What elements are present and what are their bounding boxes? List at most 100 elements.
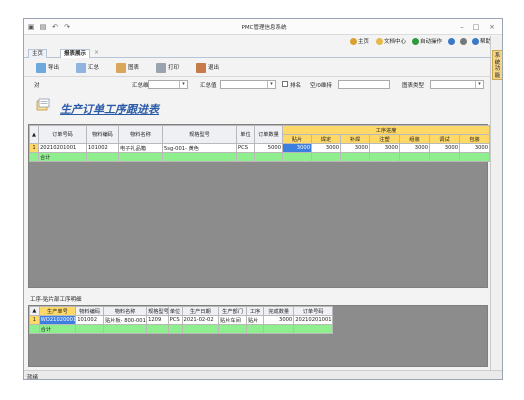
close-icon[interactable]: × bbox=[486, 22, 498, 32]
cell-material-name[interactable]: 贴片板- 800-001 bbox=[103, 315, 148, 325]
cell-spec[interactable]: 1209 bbox=[146, 315, 169, 325]
cell-completed-qty[interactable]: 3000 bbox=[263, 315, 295, 325]
column-header[interactable]: 规格型号 bbox=[162, 125, 237, 144]
progress-column-header[interactable]: 调试 bbox=[429, 134, 460, 144]
docs-link-label: 文档中心 bbox=[384, 39, 407, 45]
value-select[interactable]: ▾ bbox=[220, 80, 276, 89]
export-button[interactable]: 导出 bbox=[36, 62, 59, 74]
column-header[interactable]: 物料名称 bbox=[118, 125, 163, 144]
exit-button[interactable]: 退出 bbox=[196, 62, 219, 74]
print-button[interactable]: 打印 bbox=[156, 62, 179, 74]
layout-link[interactable] bbox=[460, 37, 468, 47]
cell-unit[interactable]: PCS bbox=[236, 143, 255, 153]
zero-input[interactable] bbox=[338, 80, 390, 89]
cell-progress[interactable]: 3000 bbox=[399, 143, 430, 153]
column-header[interactable]: 生产日期 bbox=[181, 306, 220, 316]
chart-button[interactable]: 图表 bbox=[116, 62, 139, 74]
export-icon bbox=[36, 62, 46, 73]
progress-column-header[interactable]: 补焊 bbox=[340, 134, 370, 144]
chart-label: 图表 bbox=[128, 65, 140, 71]
cell-progress[interactable]: 3000 bbox=[458, 143, 491, 153]
column-header[interactable]: 工序 bbox=[245, 306, 265, 316]
table-row[interactable]: 1 20210201001 101002 电子礼品箱 5sg-001- 黄色 P… bbox=[29, 143, 491, 153]
column-header[interactable]: 规格型号 bbox=[146, 306, 169, 316]
row-index: 1 bbox=[29, 315, 40, 325]
cell-material-name[interactable]: 电子礼品箱 bbox=[118, 143, 163, 153]
total-index bbox=[29, 152, 39, 162]
printer-icon bbox=[156, 62, 166, 73]
minimize-icon[interactable]: – bbox=[456, 22, 468, 32]
cell-order-no[interactable]: 20210201001 bbox=[38, 143, 87, 153]
chevron-down-icon: ▾ bbox=[179, 81, 187, 88]
dimension-select[interactable]: ▾ bbox=[148, 80, 188, 89]
cell-progress[interactable]: 3000 bbox=[429, 143, 460, 153]
auto-op-link[interactable]: 自动操作 bbox=[412, 37, 442, 47]
docs-link[interactable]: 文档中心 bbox=[376, 37, 406, 47]
column-header[interactable]: 订单数量 bbox=[254, 125, 283, 144]
column-header[interactable]: 物料名称 bbox=[103, 306, 148, 316]
filter-bar: 对 汇总维度 ▾ 汇总值 ▾ 排名 空/0维持 图表类型 ▾ bbox=[24, 78, 490, 92]
cell-department[interactable]: 贴片车间 bbox=[218, 315, 247, 325]
tab-close-icon[interactable]: × bbox=[94, 49, 99, 56]
cell-order-no[interactable]: 20210201001 bbox=[293, 315, 333, 325]
chevron-down-icon: ▾ bbox=[475, 81, 483, 88]
tab-report-label: 报表展示 bbox=[64, 51, 87, 57]
detail-table: ▲ 生产单号 物料编码 物料名称 规格型号 单位 生产日期 生产部门 工序 完成… bbox=[29, 306, 333, 334]
maximize-icon[interactable]: □ bbox=[470, 22, 482, 32]
right-sidebar: 系统功能 bbox=[490, 36, 502, 370]
cell-progress[interactable]: 3000 bbox=[282, 143, 312, 153]
tab-bar: 主页 报表展示 × bbox=[24, 48, 490, 58]
column-header[interactable]: 订单号码 bbox=[293, 306, 333, 316]
chart-type-select[interactable]: ▾ bbox=[430, 80, 484, 89]
cell-material-code[interactable]: 101002 bbox=[75, 315, 105, 325]
summary-button[interactable]: 汇总 bbox=[76, 62, 99, 74]
progress-column-header[interactable]: 组装 bbox=[399, 134, 430, 144]
cell-progress[interactable]: 3000 bbox=[340, 143, 370, 153]
progress-column-header[interactable]: 贴片 bbox=[282, 134, 312, 144]
tab-home[interactable]: 主页 bbox=[28, 49, 48, 58]
play-icon bbox=[412, 38, 419, 45]
app-window: ▣ ▤ ↶ ↷ PMC管理信息系统 – □ × 主页 文档中心 自动操作 帮助 … bbox=[23, 18, 503, 380]
auto-op-link-label: 自动操作 bbox=[420, 39, 443, 45]
cell-progress[interactable]: 3000 bbox=[311, 143, 341, 153]
column-header[interactable]: 物料编码 bbox=[86, 125, 119, 144]
cell-order-qty[interactable]: 5000 bbox=[254, 143, 283, 153]
column-header[interactable]: 完成数量 bbox=[263, 306, 295, 316]
help-icon bbox=[472, 38, 479, 45]
column-header[interactable]: 单位 bbox=[167, 306, 183, 316]
toolbar: 导出 汇总 图表 打印 退出 bbox=[24, 59, 490, 77]
cell-work-order[interactable]: WO21020001 bbox=[38, 315, 77, 325]
cell-spec[interactable]: 5sg-001- 黄色 bbox=[162, 143, 237, 153]
corner-header: ▲ bbox=[29, 125, 39, 144]
chart-icon bbox=[116, 62, 126, 73]
home-link-label: 主页 bbox=[358, 39, 370, 45]
exit-label: 退出 bbox=[208, 65, 220, 71]
cell-production-date[interactable]: 2021-02-02 bbox=[181, 315, 220, 325]
column-header[interactable]: 订单号码 bbox=[38, 125, 87, 144]
column-header[interactable]: 物料编码 bbox=[75, 306, 105, 316]
filter-label-1: 对 bbox=[34, 83, 40, 89]
progress-column-header[interactable]: 注塑 bbox=[369, 134, 400, 144]
cell-process[interactable]: 贴片 bbox=[245, 315, 265, 325]
total-row: 合计 bbox=[29, 324, 333, 334]
total-label: 合计 bbox=[38, 152, 87, 162]
cell-material-code[interactable]: 101002 bbox=[86, 143, 119, 153]
table-row[interactable]: 1 WO21020001 101002 贴片板- 800-001 1209 PC… bbox=[29, 315, 333, 325]
settings-link[interactable] bbox=[448, 37, 456, 47]
column-header[interactable]: 单位 bbox=[236, 125, 255, 144]
system-functions-button[interactable]: 系统功能 bbox=[492, 50, 502, 80]
progress-column-header[interactable]: 焊定 bbox=[311, 134, 341, 144]
detail-section-label: 工序-贴片部工序明细 bbox=[30, 297, 82, 303]
progress-column-header[interactable]: 包装 bbox=[458, 134, 491, 144]
rank-checkbox[interactable] bbox=[282, 81, 288, 87]
column-header[interactable]: 生产部门 bbox=[218, 306, 247, 316]
progress-group-header: 工序进度 bbox=[281, 125, 491, 135]
help-link[interactable]: 帮助 bbox=[472, 37, 491, 47]
column-header[interactable]: 生产单号 bbox=[38, 306, 77, 316]
cell-unit[interactable]: PCS bbox=[167, 315, 183, 325]
summary-label: 汇总 bbox=[88, 65, 100, 71]
cell-progress[interactable]: 3000 bbox=[369, 143, 400, 153]
tab-report[interactable]: 报表展示 bbox=[60, 49, 91, 58]
tab-home-label: 主页 bbox=[32, 51, 44, 57]
home-link[interactable]: 主页 bbox=[350, 37, 369, 47]
